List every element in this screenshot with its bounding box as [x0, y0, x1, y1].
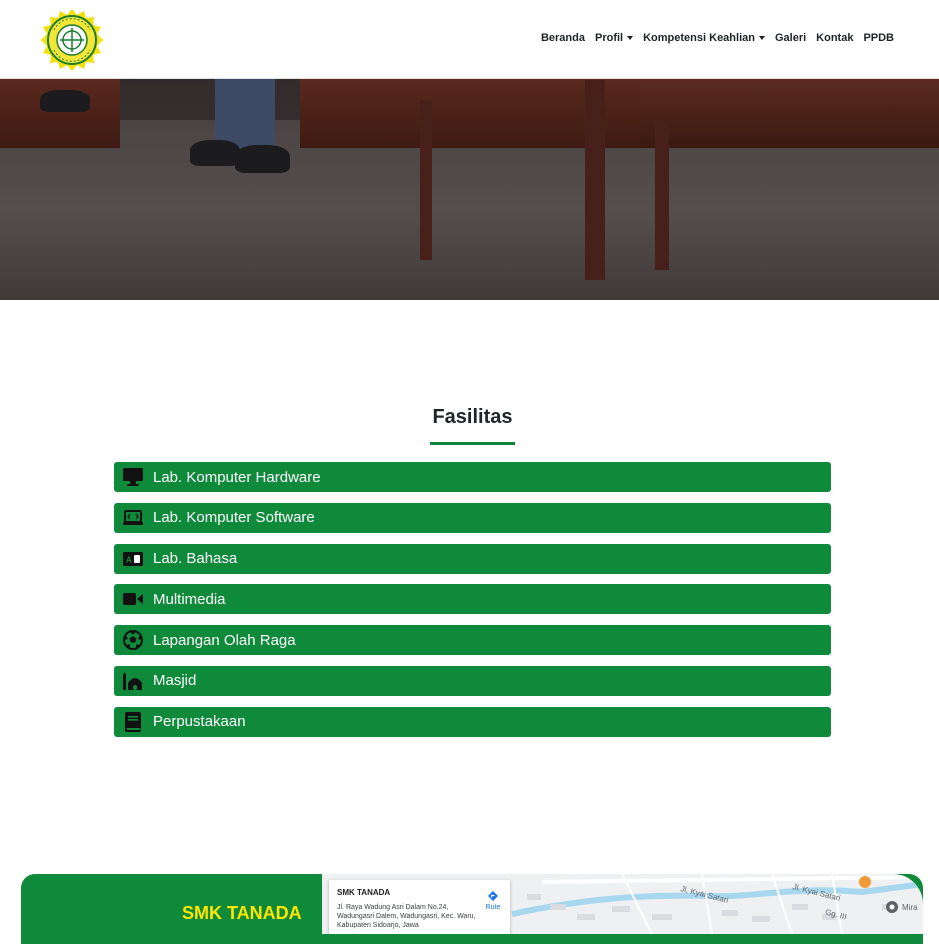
- main-nav: Beranda Profil Kompetensi Keahlian Galeri Ko…: [536, 30, 899, 46]
- desktop-icon: [123, 467, 143, 487]
- language-icon: A: [123, 549, 143, 569]
- nav-item-label: Beranda: [540, 32, 585, 44]
- directions-button[interactable]: Rute: [481, 890, 505, 911]
- site-header: Beranda Profil Kompetensi Keahlian Galeri Ko…: [0, 0, 939, 79]
- hero-desk-leg: [655, 120, 669, 270]
- location-map[interactable]: Jl. Kyai Satari Jl. Kyai Satari Gg. III …: [322, 874, 923, 934]
- facility-item-sports-field: Lapangan Olah Raga: [114, 625, 831, 656]
- nav-item-galeri[interactable]: Galeri: [770, 30, 811, 46]
- book-icon: [123, 711, 143, 732]
- facility-item-multimedia: Multimedia: [114, 584, 831, 615]
- caret-down-icon: [758, 36, 765, 40]
- nav-item-label: Galeri: [774, 32, 807, 44]
- video-camera-icon: [123, 589, 143, 609]
- directions-label: Rute: [485, 904, 501, 911]
- section-title: Fasilitas: [432, 406, 513, 428]
- nav-item-kompetensi-keahlian[interactable]: Kompetensi Keahlian: [638, 30, 770, 46]
- map-place-name: SMK TANADA: [337, 888, 391, 897]
- school-logo[interactable]: [40, 8, 104, 72]
- soccer-ball-icon: [123, 630, 143, 651]
- facility-label: Lab. Komputer Software: [153, 509, 315, 527]
- nav-item-label: Profil: [594, 32, 624, 44]
- facility-label: Masjid: [153, 672, 197, 690]
- svg-text:A: A: [126, 555, 132, 564]
- nav-item-label: PPDB: [863, 32, 894, 44]
- map-place-label: Mira: [902, 903, 918, 912]
- title-underline: [430, 442, 515, 445]
- map-place-card[interactable]: SMK TANADA Jl. Raya Wadung Asri Dalam No…: [329, 880, 510, 934]
- facility-label: Lapangan Olah Raga: [153, 631, 296, 649]
- hero-desk-leg: [585, 80, 605, 280]
- nav-item-ppdb[interactable]: PPDB: [858, 30, 899, 46]
- map-place-address: Jl. Raya Wadung Asri Dalam No.24, Wadung…: [337, 904, 476, 929]
- facility-list: Lab. Komputer Hardware Lab. Komputer Sof…: [114, 462, 831, 748]
- nav-item-label: Kontak: [816, 32, 854, 44]
- directions-icon: [488, 891, 498, 901]
- hero-desk-leg: [420, 100, 432, 260]
- facility-label: Perpustakaan: [153, 713, 246, 731]
- hero-shoe: [235, 145, 290, 173]
- hero-desk: [0, 78, 120, 148]
- caret-down-icon: [627, 36, 634, 40]
- nav-item-kontak[interactable]: Kontak: [811, 30, 858, 46]
- facility-item-library: Perpustakaan: [114, 706, 831, 737]
- nav-item-label: Kompetensi Keahlian: [643, 32, 755, 44]
- facility-item-mosque: Masjid: [114, 665, 831, 696]
- nav-item-beranda[interactable]: Beranda: [536, 30, 590, 46]
- hero-shoe: [40, 90, 90, 112]
- laptop-code-icon: [123, 508, 143, 528]
- facility-label: Multimedia: [153, 590, 226, 608]
- facility-item-software-lab: Lab. Komputer Software: [114, 502, 831, 533]
- facility-item-language-lab: A Lab. Bahasa: [114, 543, 831, 574]
- facility-label: Lab. Komputer Hardware: [153, 468, 321, 486]
- hero-desk: [640, 78, 939, 148]
- hero-shoe: [190, 140, 240, 166]
- nav-item-profil[interactable]: Profil: [590, 30, 638, 46]
- footer-school-name: SMK TANADA: [182, 903, 302, 923]
- facility-item-hardware-lab: Lab. Komputer Hardware: [114, 462, 831, 492]
- facility-label: Lab. Bahasa: [153, 550, 238, 568]
- mosque-icon: [123, 671, 143, 691]
